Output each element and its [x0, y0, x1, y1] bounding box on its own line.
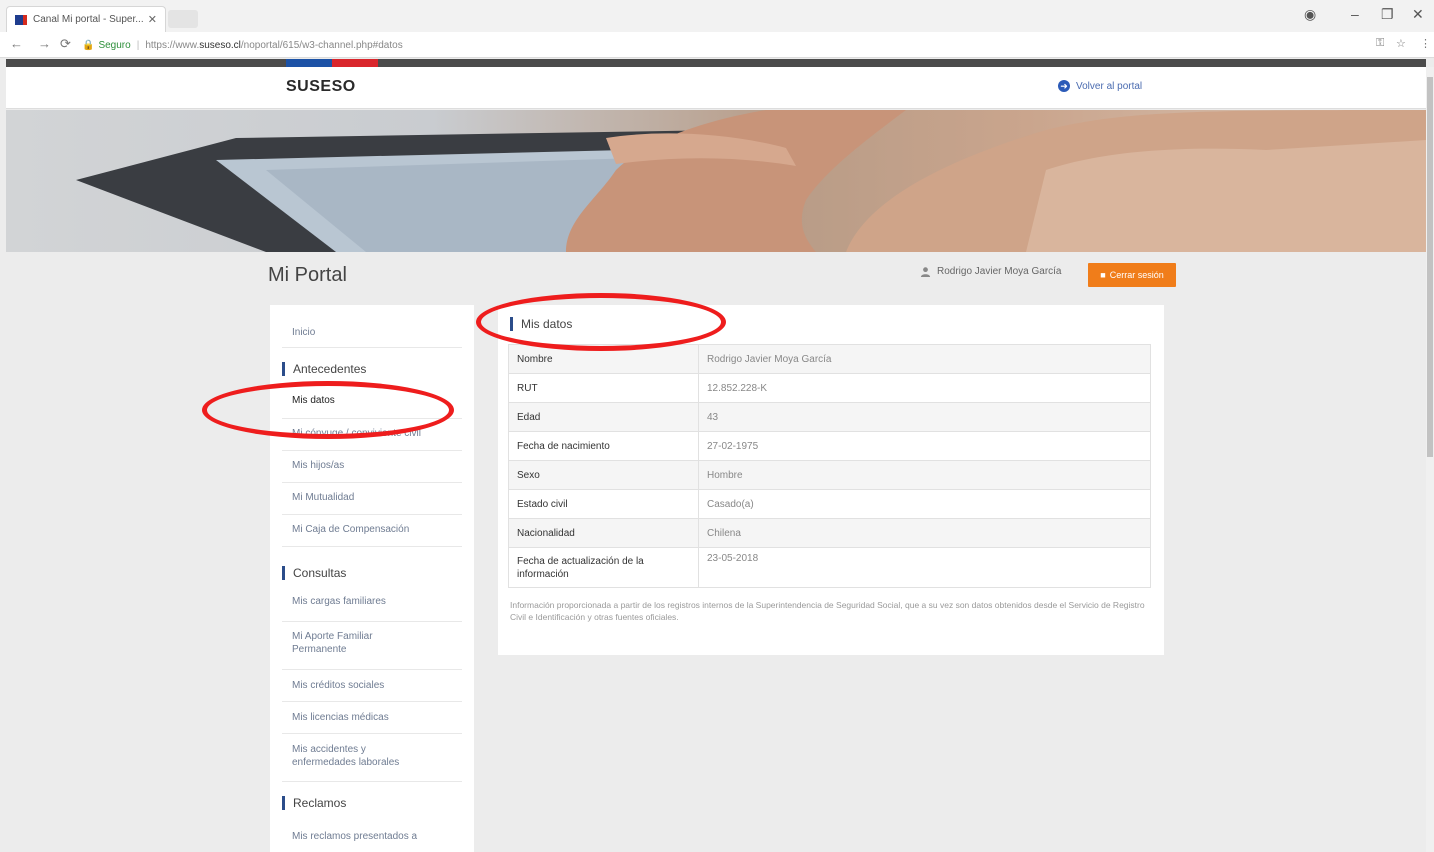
highlight-ellipse-card-title — [476, 293, 726, 351]
sidebar-item-accidentes[interactable]: Mis accidentes y enfermedades laborales — [282, 734, 462, 782]
row-label: Edad — [508, 402, 699, 432]
row-value: Hombre — [698, 460, 1151, 490]
user-info: Rodrigo Javier Moya García — [920, 266, 1062, 277]
table-row: RUT 12.852.228-K — [508, 373, 1151, 403]
sidebar-item-inicio[interactable]: Inicio — [282, 305, 462, 348]
screen: Canal Mi portal - Super... ✕ ◉ – ❐ ✕ ← →… — [0, 0, 1434, 852]
sidebar-item-hijos[interactable]: Mis hijos/as — [282, 451, 462, 483]
user-icon — [920, 267, 931, 277]
table-row: Nacionalidad Chilena — [508, 518, 1151, 548]
row-value: Rodrigo Javier Moya García — [698, 344, 1151, 374]
menu-kebab-icon[interactable]: ⋮ — [1420, 37, 1431, 50]
address-bar: ← → ⟳ 🔒 Seguro | https://www. suseso.cl … — [0, 32, 1434, 58]
sidebar-item-mis-reclamos[interactable]: Mis reclamos presentados a — [282, 819, 462, 852]
mis-datos-card: Mis datos Nombre Rodrigo Javier Moya Gar… — [498, 305, 1164, 655]
row-value: Chilena — [698, 518, 1151, 548]
tablet-hands-illustration — [76, 110, 1426, 252]
back-to-portal-label: Volver al portal — [1076, 80, 1143, 92]
row-label: Nacionalidad — [508, 518, 699, 548]
browser-tab[interactable]: Canal Mi portal - Super... ✕ — [6, 6, 166, 32]
reload-icon[interactable]: ⟳ — [60, 36, 71, 52]
table-row: Edad 43 — [508, 402, 1151, 432]
row-value: 12.852.228-K — [698, 373, 1151, 403]
url-path: /noportal/615/w3-channel.php#datos — [240, 39, 403, 51]
browser-tab-bar: Canal Mi portal - Super... ✕ ◉ – ❐ ✕ — [0, 0, 1434, 32]
sidebar-item-licencias-medicas[interactable]: Mis licencias médicas — [282, 702, 462, 734]
strip-red — [332, 59, 378, 67]
tab-title: Canal Mi portal - Super... — [33, 14, 144, 25]
top-color-strip — [6, 59, 1426, 67]
url-prefix: https://www. — [145, 39, 200, 51]
sidebar-section-consultas: Consultas — [282, 566, 462, 580]
highlight-ellipse-sidebar-mis-datos — [202, 381, 454, 439]
url-field[interactable]: 🔒 Seguro | https://www. suseso.cl /nopor… — [82, 35, 1372, 55]
sidebar-section-reclamos: Reclamos — [282, 796, 462, 810]
forward-arrow-icon[interactable]: → — [38, 36, 51, 51]
maximize-icon[interactable]: ❐ — [1381, 6, 1394, 23]
table-row: Fecha de actualización de la información… — [508, 547, 1151, 588]
site-logo[interactable]: SUSESO — [286, 78, 356, 96]
back-arrow-icon[interactable]: ← — [10, 36, 23, 51]
sidebar-item-mutualidad[interactable]: Mi Mutualidad — [282, 483, 462, 515]
row-value: 27-02-1975 — [698, 431, 1151, 461]
favicon-icon — [15, 14, 27, 25]
arrow-circle-icon: ➜ — [1058, 80, 1070, 92]
page-scrollbar[interactable] — [1426, 67, 1434, 852]
data-source-footnote: Información proporcionada a partir de lo… — [510, 600, 1145, 622]
site-header: SUSESO ➜ Volver al portal — [6, 67, 1426, 109]
row-value: 43 — [698, 402, 1151, 432]
back-to-portal-link[interactable]: ➜ Volver al portal — [1058, 80, 1142, 92]
logout-label: Cerrar sesión — [1109, 270, 1164, 280]
table-row: Estado civil Casado(a) — [508, 489, 1151, 519]
sidebar-item-cargas-familiares[interactable]: Mis cargas familiares — [282, 590, 462, 622]
profile-icon[interactable]: ◉ — [1304, 6, 1316, 23]
lock-icon: 🔒 — [82, 39, 95, 51]
minimize-icon[interactable]: – — [1351, 6, 1359, 22]
close-tab-icon[interactable]: ✕ — [148, 13, 157, 26]
hero-banner-image — [6, 110, 1426, 252]
row-value: Casado(a) — [698, 489, 1151, 519]
url-host: suseso.cl — [199, 39, 241, 51]
bookmark-star-icon[interactable]: ☆ — [1396, 37, 1406, 50]
sidebar-item-aporte-familiar[interactable]: Mi Aporte Familiar Permanente — [282, 622, 462, 670]
row-label: RUT — [508, 373, 699, 403]
sidebar-item-caja-compensacion[interactable]: Mi Caja de Compensación — [282, 515, 462, 547]
row-label: Estado civil — [508, 489, 699, 519]
user-name: Rodrigo Javier Moya García — [937, 266, 1062, 277]
personal-data-table: Nombre Rodrigo Javier Moya García RUT 12… — [508, 344, 1151, 588]
new-tab-button[interactable] — [168, 10, 198, 28]
table-row: Fecha de nacimiento 27-02-1975 — [508, 431, 1151, 461]
page-title: Mi Portal — [268, 264, 347, 286]
scrollbar-thumb[interactable] — [1427, 77, 1433, 457]
key-icon[interactable]: ⚿ — [1376, 37, 1384, 50]
url-separator: | — [136, 39, 140, 51]
sidebar-section-antecedentes: Antecedentes — [282, 362, 462, 376]
close-window-icon[interactable]: ✕ — [1412, 6, 1424, 23]
row-label: Sexo — [508, 460, 699, 490]
strip-blue — [286, 59, 332, 67]
sidebar-item-creditos-sociales[interactable]: Mis créditos sociales — [282, 670, 462, 702]
power-icon: ■ — [1100, 270, 1106, 280]
logout-button[interactable]: ■ Cerrar sesión — [1088, 263, 1176, 287]
row-label: Fecha de nacimiento — [508, 431, 699, 461]
row-value: 23-05-2018 — [698, 547, 1151, 588]
row-label: Fecha de actualización de la información — [508, 547, 699, 588]
table-row: Sexo Hombre — [508, 460, 1151, 490]
secure-label: Seguro — [98, 39, 131, 51]
